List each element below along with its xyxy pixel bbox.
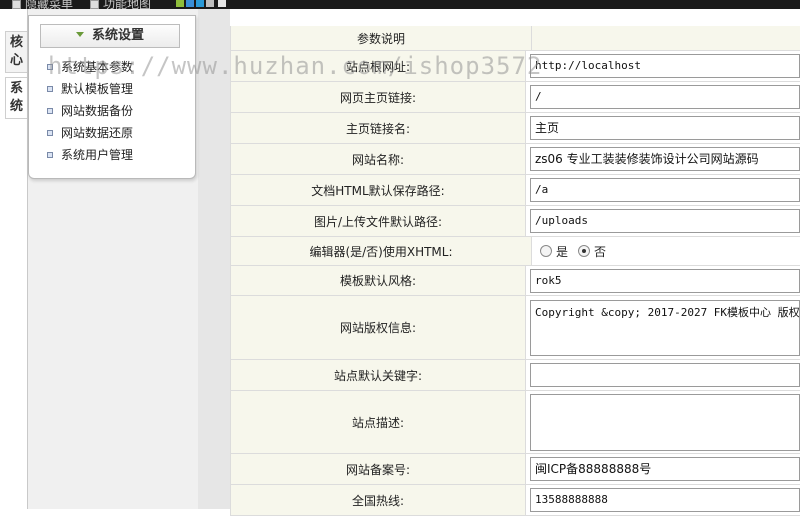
icp-number-input[interactable]: 闽ICP备88888888号 <box>530 457 800 481</box>
site-name-input[interactable]: zs06 专业工装装修装饰设计公司网站源码 <box>530 147 800 171</box>
table-row: 图片/上传文件默认路径: /uploads <box>230 206 800 237</box>
bullet-icon <box>47 108 53 114</box>
template-style-input[interactable]: rok5 <box>530 268 800 293</box>
column-header-param: 参数说明 <box>230 26 532 50</box>
table-header-row: 参数说明 <box>230 26 800 51</box>
triangle-down-icon <box>75 32 84 37</box>
tab-core[interactable]: 核心 <box>5 31 27 73</box>
table-row: 网站名称: zs06 专业工装装修装饰设计公司网站源码 <box>230 144 800 175</box>
site-map-button[interactable]: 功能地图 <box>90 0 151 9</box>
menu-header-system-settings[interactable]: 系统设置 <box>40 24 180 48</box>
copyright-textarea[interactable]: Copyright &copy; 2017-2027 FK模板中心 版权所 <box>530 299 800 356</box>
hide-menu-button[interactable]: 隐藏菜单 <box>12 0 73 9</box>
table-row: 文档HTML默认保存路径: /a <box>230 175 800 206</box>
top-toolbar: 隐藏菜单 功能地图 <box>0 0 800 9</box>
theme-gray-swatch[interactable] <box>206 0 214 7</box>
field-label: 图片/上传文件默认路径: <box>230 206 526 236</box>
menu-item-data-backup[interactable]: 网站数据备份 <box>47 100 133 122</box>
menu-icon <box>12 0 21 9</box>
menu-item-user-manage[interactable]: 系统用户管理 <box>47 144 133 166</box>
table-row: 站点根网址: http://localhost <box>230 51 800 82</box>
menu-item-basic-params[interactable]: 系统基本参数 <box>47 56 133 78</box>
xhtml-radio-group: 是 否 <box>536 243 616 260</box>
tab-system[interactable]: 系统 <box>5 77 27 119</box>
description-textarea[interactable] <box>530 393 800 451</box>
sidebar-divider <box>198 9 230 509</box>
table-row: 编辑器(是/否)使用XHTML: 是 否 <box>230 237 800 266</box>
menu-list: 系统基本参数 默认模板管理 网站数据备份 网站数据还原 系统用户管理 <box>47 56 133 166</box>
system-settings-menu: 系统设置 系统基本参数 默认模板管理 网站数据备份 网站数据还原 系统用户管理 <box>28 15 196 179</box>
field-label: 模板默认风格: <box>230 266 526 295</box>
upload-path-input[interactable]: /uploads <box>530 209 800 233</box>
field-label: 网页主页链接: <box>230 82 526 112</box>
map-icon <box>90 0 99 9</box>
field-label: 文档HTML默认保存路径: <box>230 175 526 205</box>
field-label: 编辑器(是/否)使用XHTML: <box>230 237 532 265</box>
field-label: 站点描述: <box>230 391 526 453</box>
xhtml-yes-radio[interactable] <box>540 245 552 257</box>
vertical-tab-bar: 核心 系统 <box>0 9 28 509</box>
field-label: 全国热线: <box>230 485 526 515</box>
table-row: 主页链接名: 主页 <box>230 113 800 144</box>
xhtml-no-radio[interactable] <box>578 245 591 257</box>
settings-form: 参数说明 站点根网址: http://localhost 网页主页链接: / 主… <box>230 26 800 516</box>
table-row: 站点描述: <box>230 391 800 454</box>
keywords-input[interactable] <box>530 363 800 387</box>
theme-cyan-swatch[interactable] <box>196 0 204 7</box>
field-label: 网站版权信息: <box>230 296 526 359</box>
field-label: 站点默认关键字: <box>230 360 526 390</box>
column-header-value <box>532 26 800 50</box>
theme-green-swatch[interactable] <box>176 0 184 7</box>
table-row: 网站备案号: 闽ICP备88888888号 <box>230 454 800 485</box>
bullet-icon <box>47 130 53 136</box>
table-row: 站点默认关键字: <box>230 360 800 391</box>
menu-item-data-restore[interactable]: 网站数据还原 <box>47 122 133 144</box>
theme-white-swatch[interactable] <box>218 0 226 7</box>
field-label: 网站名称: <box>230 144 526 174</box>
table-row: 网页主页链接: / <box>230 82 800 113</box>
table-row: 全国热线: 13588888888 <box>230 485 800 516</box>
bullet-icon <box>47 152 53 158</box>
home-link-input[interactable]: / <box>530 85 800 109</box>
home-link-name-input[interactable]: 主页 <box>530 116 800 140</box>
bullet-icon <box>47 86 53 92</box>
hotline-input[interactable]: 13588888888 <box>530 488 800 512</box>
site-root-url-input[interactable]: http://localhost <box>530 54 800 78</box>
table-row: 网站版权信息: Copyright &copy; 2017-2027 FK模板中… <box>230 296 800 360</box>
table-row: 模板默认风格: rok5 <box>230 266 800 296</box>
menu-item-template-manage[interactable]: 默认模板管理 <box>47 78 133 100</box>
field-label: 网站备案号: <box>230 454 526 484</box>
bullet-icon <box>47 64 53 70</box>
field-label: 站点根网址: <box>230 51 526 81</box>
theme-blue-swatch[interactable] <box>186 0 194 7</box>
field-label: 主页链接名: <box>230 113 526 143</box>
html-save-path-input[interactable]: /a <box>530 178 800 202</box>
